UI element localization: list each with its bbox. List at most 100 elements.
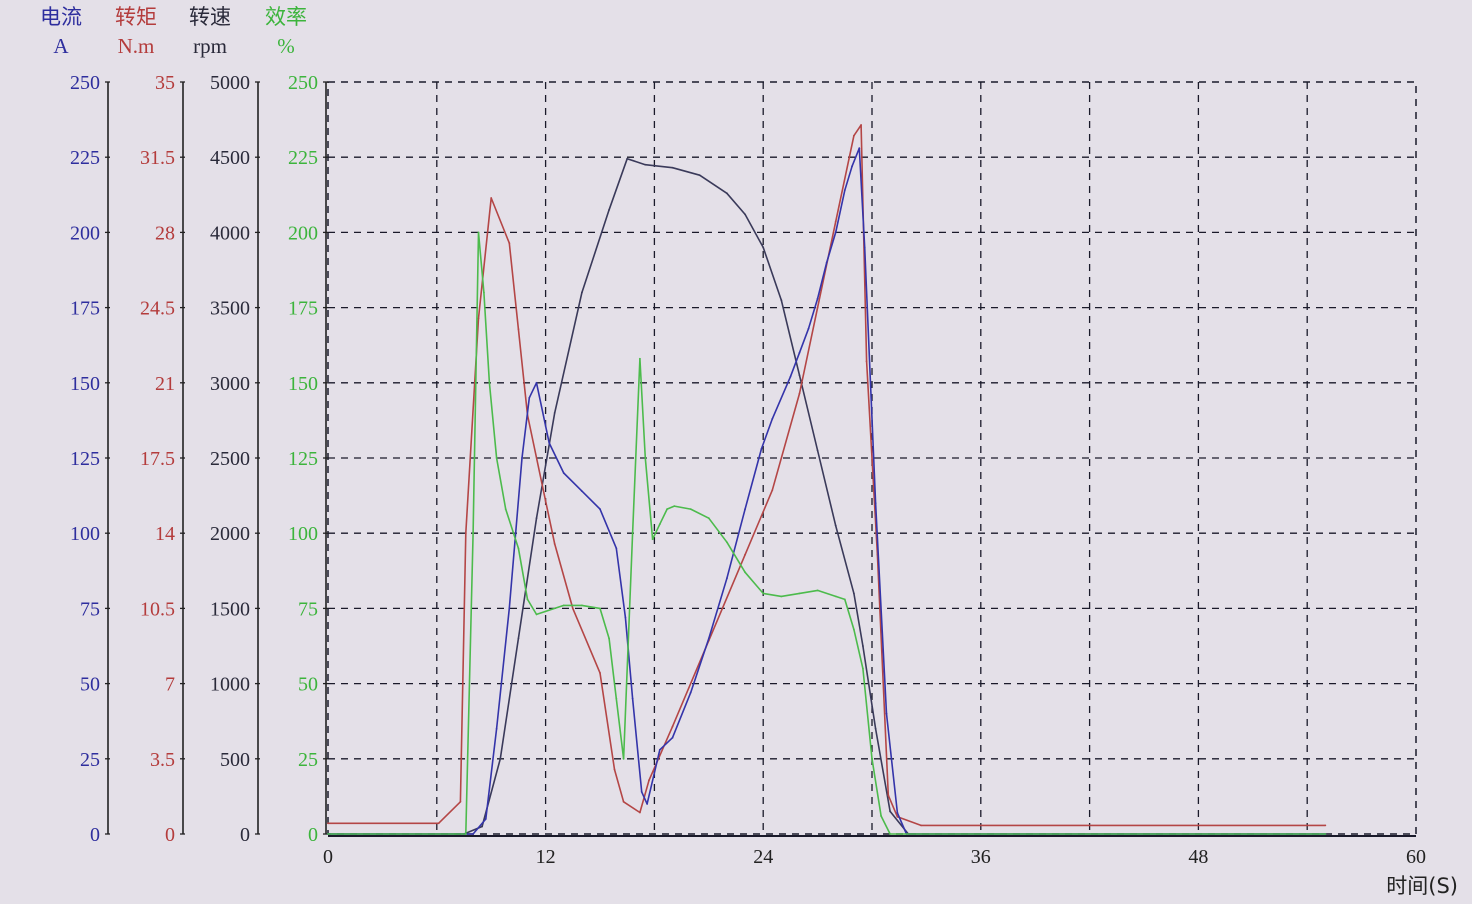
torque-data-point <box>571 607 574 610</box>
current-data-point <box>896 812 899 814</box>
current-tick-label: 200 <box>70 222 100 244</box>
speed-axis-unit: rpm <box>193 34 227 58</box>
efficiency-data-point <box>798 592 801 595</box>
current-data-point <box>631 697 634 700</box>
efficiency-data-point <box>889 833 892 835</box>
torque-data-point <box>852 134 855 137</box>
x-tick-label: 24 <box>753 846 773 868</box>
efficiency-data-point <box>504 508 507 511</box>
speed-data-point <box>626 157 629 160</box>
torque-tick-label: 28 <box>155 222 175 244</box>
torque-data-point <box>477 317 480 320</box>
efficiency-data-point <box>762 592 765 595</box>
current-tick-label: 250 <box>70 72 100 94</box>
efficiency-tick-label: 200 <box>288 222 318 244</box>
current-data-point <box>646 803 649 805</box>
current-tick-label: 125 <box>70 448 100 470</box>
torque-data-point <box>920 824 922 827</box>
x-tick-label: 0 <box>323 846 333 868</box>
efficiency-data-point <box>327 833 329 835</box>
efficiency-data-point <box>689 508 692 511</box>
torque-data-point <box>599 671 601 674</box>
speed-data-point <box>762 246 765 249</box>
efficiency-axis-title: 效率 <box>265 5 307 29</box>
current-tick-label: 25 <box>80 749 100 771</box>
efficiency-data-point <box>472 532 474 535</box>
efficiency-data-point <box>658 523 661 526</box>
torque-data-point <box>553 543 556 545</box>
torque-axis-unit: N.m <box>118 34 155 58</box>
efficiency-data-point <box>780 595 783 598</box>
current-data-point <box>548 442 551 444</box>
current-data-point <box>472 833 474 835</box>
current-data-point <box>771 417 774 420</box>
speed-data-point <box>671 166 674 169</box>
speed-tick-label: 2000 <box>210 523 250 545</box>
efficiency-data-point <box>544 610 547 613</box>
efficiency-data-point <box>1324 833 1327 835</box>
speed-tick-label: 500 <box>220 749 250 771</box>
efficiency-tick-label: 175 <box>288 298 318 320</box>
torque-data-point <box>459 800 462 803</box>
torque-data-point <box>798 392 801 395</box>
current-data-point <box>535 381 538 384</box>
speed-tick-label: 3000 <box>210 373 250 395</box>
current-data-point <box>798 351 801 354</box>
efficiency-data-point <box>816 589 819 592</box>
torque-data-point <box>613 768 616 771</box>
speed-data-point <box>580 291 583 294</box>
torque-data-point <box>327 822 329 825</box>
torque-tick-label: 14 <box>155 523 175 545</box>
torque-data-point <box>771 489 774 492</box>
torque-data-point <box>860 124 863 126</box>
speed-data-point <box>889 810 892 813</box>
torque-tick-label: 0 <box>165 824 175 846</box>
efficiency-data-point <box>871 757 873 760</box>
efficiency-tick-label: 100 <box>288 523 318 545</box>
efficiency-data-point <box>673 505 676 508</box>
efficiency-data-point <box>615 697 618 700</box>
torque-tick-label: 31.5 <box>140 147 175 169</box>
efficiency-tick-label: 150 <box>288 373 318 395</box>
speed-data-point <box>698 174 701 177</box>
efficiency-data-point <box>638 357 641 360</box>
x-axis-label: 时间(S) <box>1386 874 1458 898</box>
torque-data-point <box>464 532 467 535</box>
speed-data-point <box>481 825 484 828</box>
efficiency-tick-label: 50 <box>298 674 318 696</box>
current-data-point <box>834 231 837 234</box>
torque-data-point <box>816 306 819 309</box>
torque-tick-label: 10.5 <box>140 598 175 620</box>
speed-tick-label: 0 <box>240 824 250 846</box>
speed-data-point <box>644 163 647 166</box>
torque-data-point <box>508 242 511 245</box>
current-data-point <box>508 607 511 610</box>
torque-data-point <box>517 328 520 330</box>
current-data-point <box>885 712 888 715</box>
torque-axis-title: 转矩 <box>115 5 157 29</box>
speed-data-point <box>535 517 538 520</box>
speed-tick-label: 3500 <box>210 298 250 320</box>
current-data-point <box>843 189 846 192</box>
efficiency-tick-label: 25 <box>298 749 318 771</box>
current-data-point <box>671 736 674 739</box>
efficiency-data-point <box>535 613 538 616</box>
efficiency-data-point <box>608 637 610 640</box>
torque-tick-label: 24.5 <box>140 298 175 320</box>
current-data-point <box>760 448 763 450</box>
current-data-point <box>863 246 866 249</box>
efficiency-data-point <box>622 757 625 760</box>
efficiency-data-point <box>726 541 728 544</box>
speed-tick-label: 5000 <box>210 72 250 94</box>
speed-data-point <box>852 592 855 595</box>
current-tick-label: 50 <box>80 674 100 696</box>
efficiency-tick-label: 75 <box>298 598 318 620</box>
speed-data-point <box>798 374 801 377</box>
speed-tick-label: 2500 <box>210 448 250 470</box>
current-tick-label: 175 <box>70 298 100 320</box>
efficiency-tick-label: 125 <box>288 448 318 470</box>
efficiency-data-point <box>666 508 668 511</box>
speed-data-point <box>499 757 502 760</box>
torque-tick-label: 7 <box>165 674 175 696</box>
speed-tick-label: 1500 <box>210 598 250 620</box>
